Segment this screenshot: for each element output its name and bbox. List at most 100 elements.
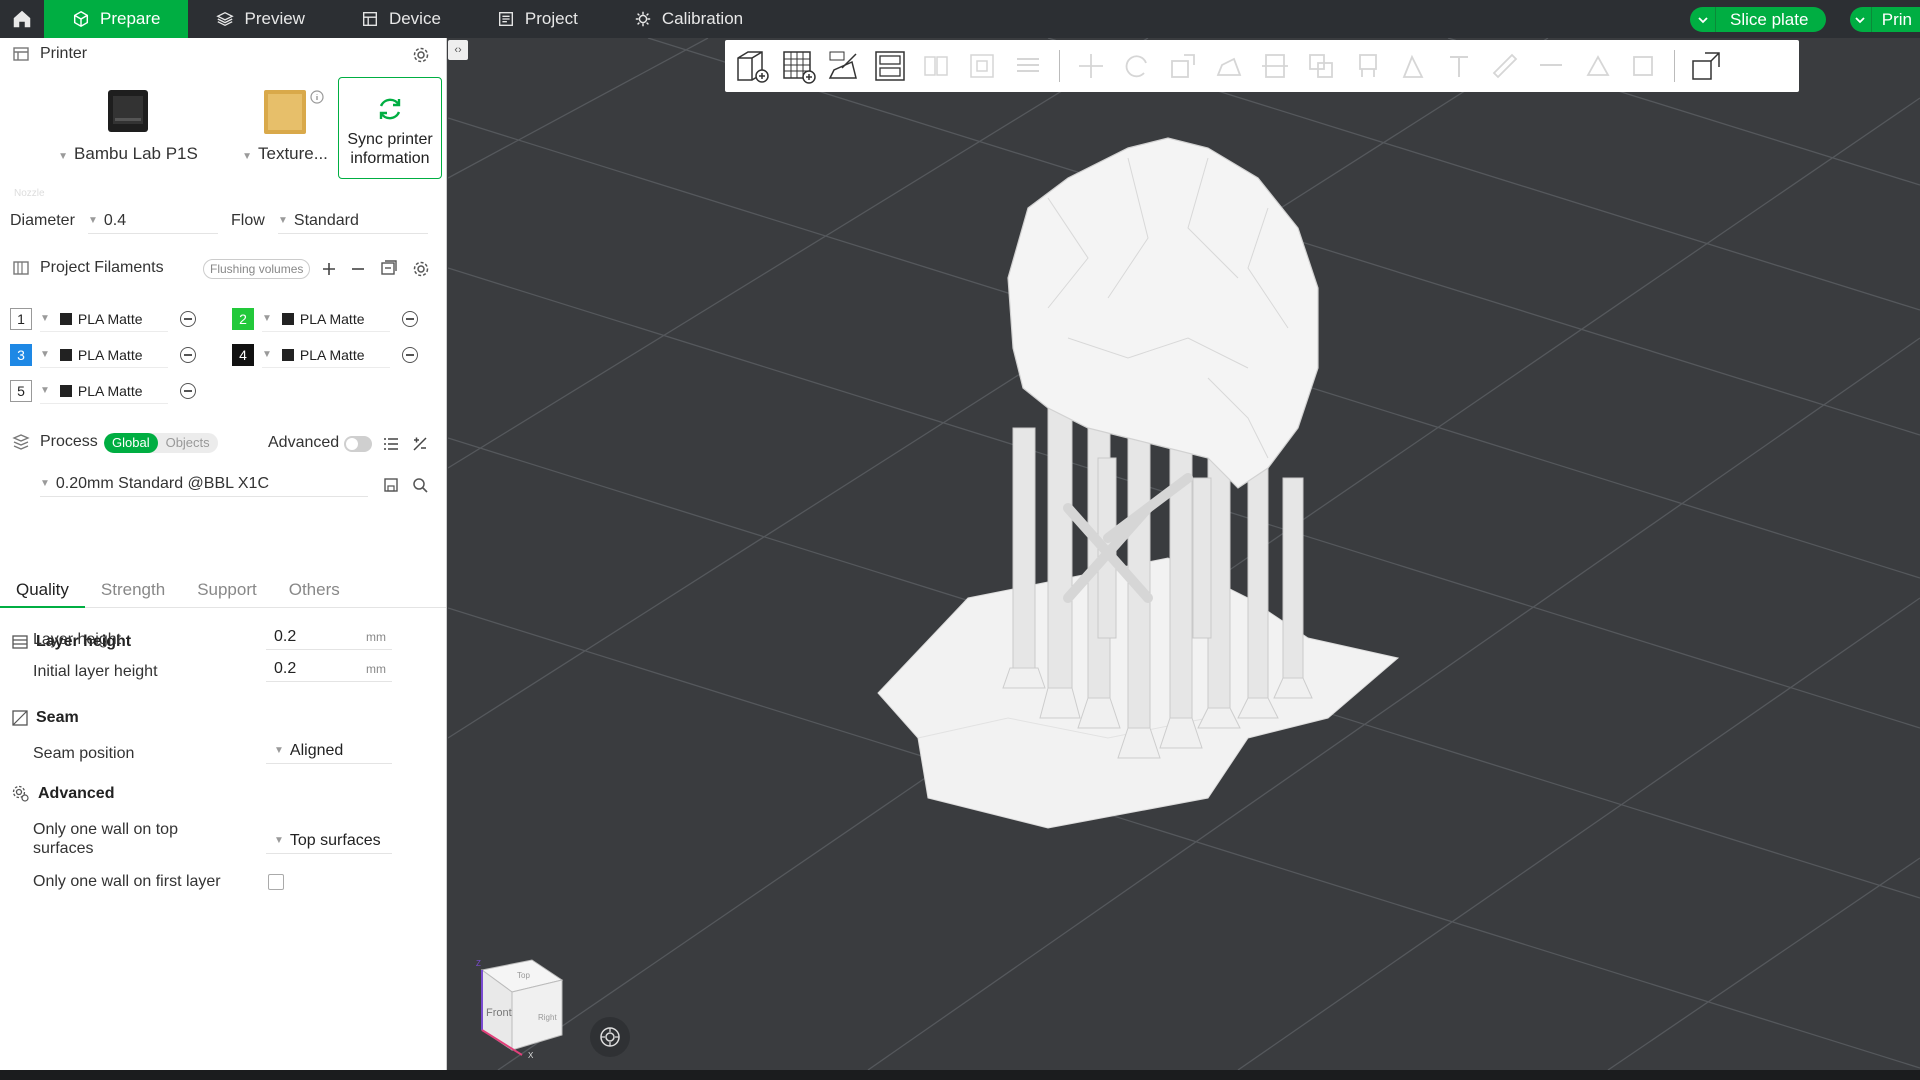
3d-viewport[interactable]: Top Front Right Z X [448,38,1920,1070]
arrange-button[interactable] [869,45,911,87]
flushing-volumes-button[interactable]: Flushing volumes [203,259,311,279]
add-plate-button[interactable] [777,45,819,87]
filament-brand-icon [281,348,294,361]
filament-item-2[interactable]: 2 ▼ PLA Matte [232,306,418,332]
rotate-icon [1125,55,1147,78]
split-parts-button[interactable] [961,45,1003,87]
layers-editing-button[interactable] [1007,45,1049,87]
objects-toggle[interactable]: Objects [158,433,218,453]
tab-strength[interactable]: Strength [85,580,181,608]
paint-icon [1586,55,1610,76]
filament-select[interactable]: ▼ PLA Matte [40,306,168,332]
tab-calibration[interactable]: Calibration [606,0,771,38]
emboss-button[interactable] [1530,45,1572,87]
remove-filament-button[interactable] [180,347,196,363]
remove-filament-button[interactable] [180,383,196,399]
chevron-down-icon [1855,16,1866,23]
paint-button[interactable] [1576,45,1618,87]
print-dropdown-button[interactable] [1850,7,1872,32]
gear-icon[interactable] [412,260,430,278]
filament-item-1[interactable]: 1 ▼ PLA Matte [10,306,196,332]
sync-printer-button[interactable]: Sync printer information [338,77,442,179]
scale-button[interactable] [1162,45,1204,87]
process-tabs: Quality Strength Support Others [0,580,446,608]
advanced-switch[interactable] [344,436,372,452]
tab-quality[interactable]: Quality [0,580,85,608]
tab-label: Preview [244,9,305,28]
printer-selector[interactable]: ▼ Bambu Lab P1S [58,88,198,164]
tab-others[interactable]: Others [273,580,356,608]
scale-icon [1171,54,1195,78]
chevron-down-icon: ▼ [40,313,50,324]
unit-label: mm [366,661,386,676]
add-filament-icon[interactable] [321,261,337,277]
filament-name: PLA Matte [77,382,143,399]
rotate-button[interactable] [1116,45,1158,87]
camera-icon [600,1027,620,1047]
initial-layer-height-input[interactable]: 0.2 mm [266,656,392,682]
info-icon[interactable] [310,90,324,104]
printer-section-title: Printer [40,45,88,62]
tab-prepare[interactable]: Prepare [44,0,189,38]
chevron-down-icon: ▼ [40,478,50,489]
3d-model[interactable] [448,38,1920,1070]
diameter-select[interactable]: ▼ 0.4 [88,208,218,234]
search-icon[interactable] [412,477,428,493]
assembly-button[interactable] [1622,45,1664,87]
list-icon[interactable] [383,436,399,452]
split-objects-button[interactable] [915,45,957,87]
grid-plus-icon [783,51,816,84]
tab-device[interactable]: Device [333,0,469,38]
one-wall-first-checkbox[interactable] [268,874,284,890]
global-toggle[interactable]: Global [104,433,158,453]
filament-brand-icon [59,384,72,397]
mesh-boolean-button[interactable] [1300,45,1342,87]
sync-filaments-icon[interactable] [380,259,398,277]
one-wall-top-select[interactable]: ▼ Top surfaces [266,828,392,854]
filament-item-4[interactable]: 4 ▼ PLA Matte [232,342,418,368]
filament-select[interactable]: ▼ PLA Matte [40,342,168,368]
save-icon[interactable] [383,477,399,493]
remove-filament-button[interactable] [402,311,418,327]
tab-preview[interactable]: Preview [188,0,332,38]
home-button[interactable] [0,0,44,38]
remove-filament-button[interactable] [402,347,418,363]
move-button[interactable] [1070,45,1112,87]
seam-position-select[interactable]: ▼ Aligned [266,738,392,764]
process-section-header: Process [12,433,98,451]
measure-button[interactable] [1484,45,1526,87]
filament-select[interactable]: ▼ PLA Matte [262,342,390,368]
camera-view-button[interactable] [590,1017,630,1057]
slice-plate-button[interactable]: Slice plate [1716,10,1826,30]
view-cube[interactable]: Top Front Right Z X [462,950,572,1060]
lay-on-face-button[interactable] [1208,45,1250,87]
gear-icon[interactable] [412,46,430,64]
auto-orient-button[interactable] [823,45,865,87]
collapse-panel-button[interactable]: ‹› [448,40,468,60]
remove-filament-icon[interactable] [350,261,366,277]
cut-button[interactable] [1254,45,1296,87]
one-wall-top-label-line1: Only one wall on top [33,821,178,838]
process-preset-select[interactable]: ▼ 0.20mm Standard @BBL X1C [40,471,368,497]
filament-select[interactable]: ▼ PLA Matte [40,378,168,404]
add-object-button[interactable] [731,45,773,87]
compare-icon[interactable] [412,436,428,452]
filaments-section-header: Project Filaments [12,259,164,277]
filament-select[interactable]: ▼ PLA Matte [262,306,390,332]
flow-select[interactable]: ▼ Standard [278,208,428,234]
print-plate-button[interactable]: Prin [1872,10,1920,30]
remove-filament-button[interactable] [180,311,196,327]
layer-height-input[interactable]: 0.2 mm [266,624,392,650]
tab-project[interactable]: Project [469,0,606,38]
tab-label: Calibration [661,9,744,28]
filament-item-5[interactable]: 5 ▼ PLA Matte [10,378,196,404]
assembly-view-button[interactable] [1685,45,1727,87]
support-painting-button[interactable] [1346,45,1388,87]
tab-support[interactable]: Support [181,580,273,608]
text-button[interactable] [1438,45,1480,87]
add-cube-icon [737,51,769,83]
filament-item-3[interactable]: 3 ▼ PLA Matte [10,342,196,368]
seam-painting-button[interactable] [1392,45,1434,87]
plate-thumbnail [264,90,306,134]
slice-dropdown-button[interactable] [1690,7,1716,32]
